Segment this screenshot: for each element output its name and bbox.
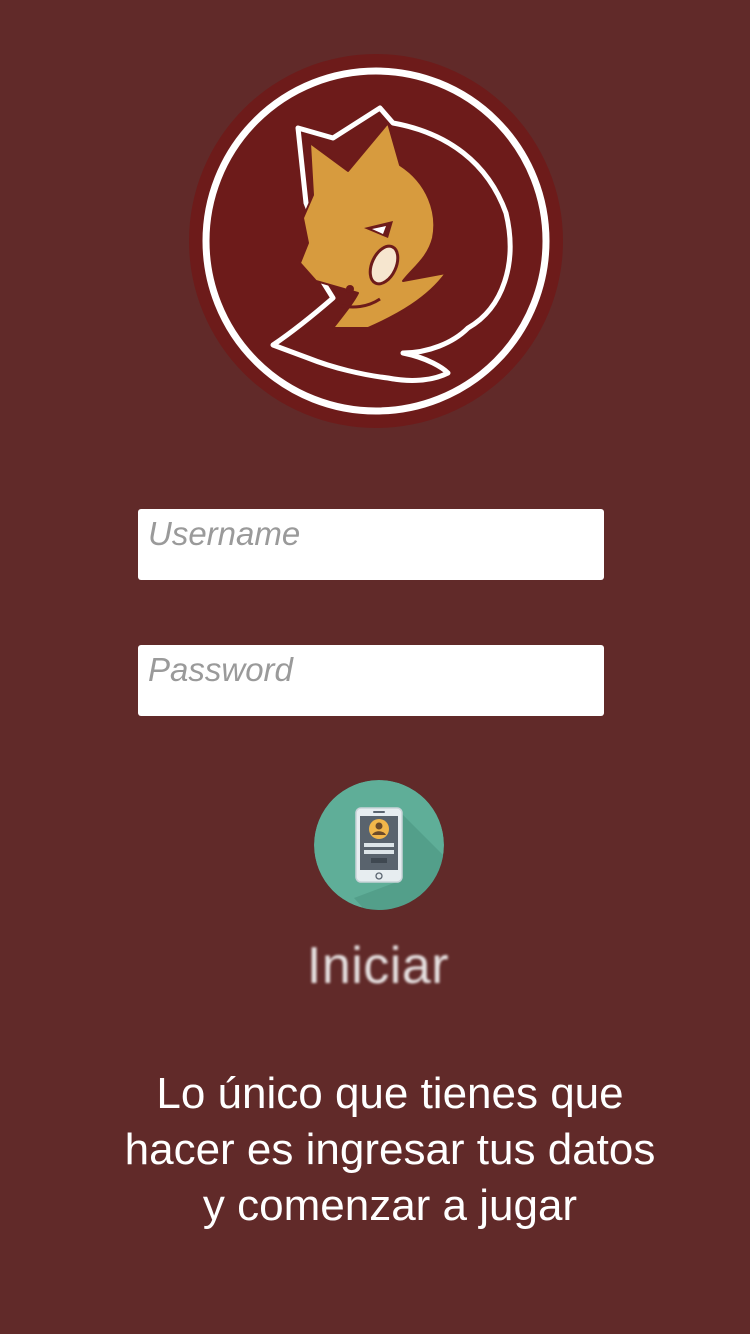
instructions-text: Lo único que tienes que hacer es ingresa… bbox=[0, 1066, 750, 1234]
username-field[interactable] bbox=[138, 509, 604, 580]
app-logo bbox=[188, 53, 564, 429]
start-button[interactable] bbox=[314, 780, 444, 910]
instructions-line: y comenzar a jugar bbox=[202, 1181, 578, 1230]
username-input[interactable] bbox=[138, 509, 604, 580]
instructions-line: Lo único que tienes que bbox=[156, 1069, 624, 1118]
instructions-line: hacer es ingresar tus datos bbox=[124, 1125, 656, 1174]
password-field[interactable] bbox=[138, 645, 604, 716]
smartphone-profile-icon bbox=[314, 780, 444, 910]
start-label[interactable]: Iniciar bbox=[0, 936, 750, 996]
horned-mascot-logo-icon bbox=[189, 54, 563, 428]
password-input[interactable] bbox=[138, 645, 604, 716]
